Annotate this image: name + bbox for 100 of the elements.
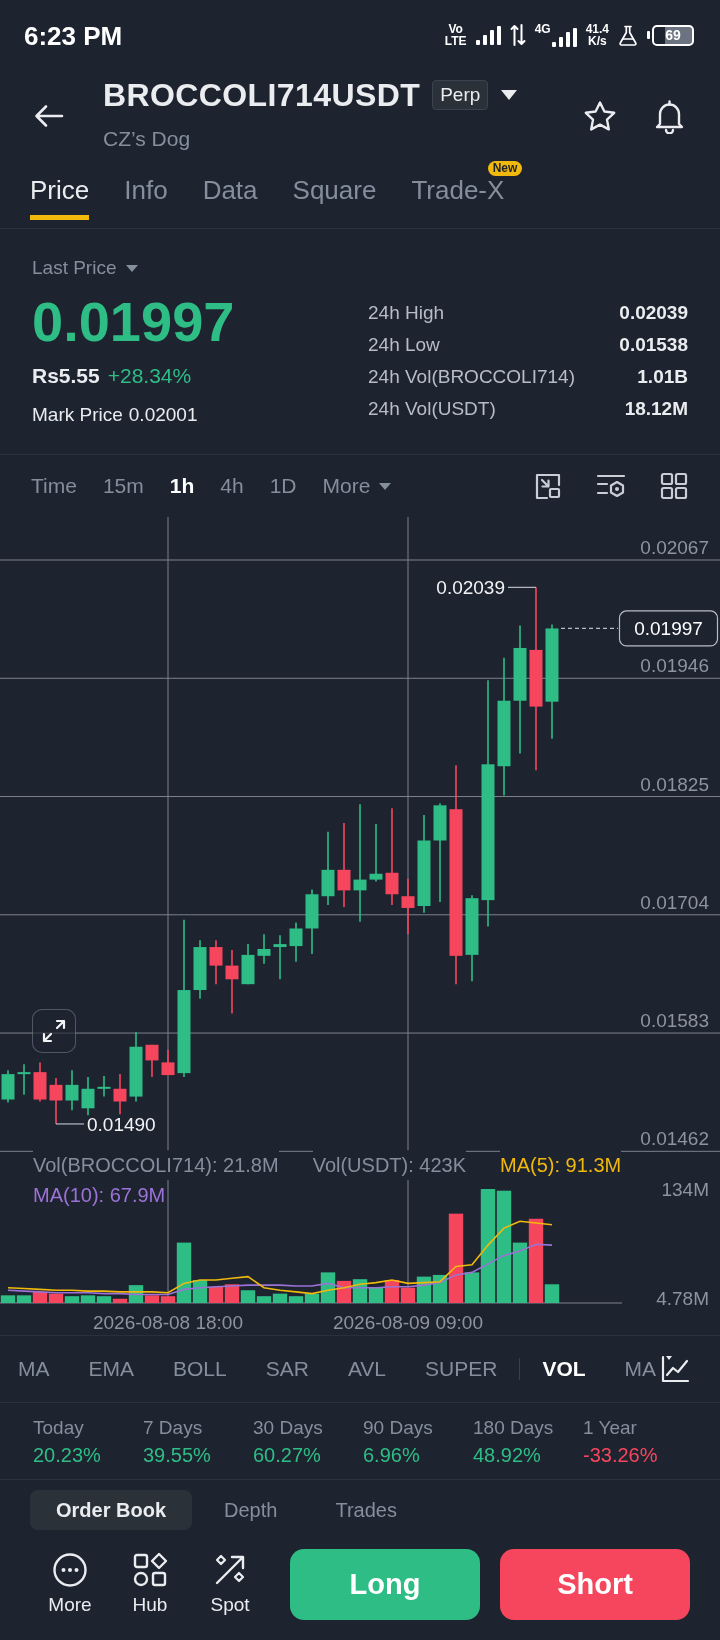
low-price-label: 0.01490: [87, 1113, 156, 1135]
volume-axis-label: 4.78M: [656, 1288, 709, 1310]
period-label: Today: [33, 1416, 84, 1440]
indicator-tab[interactable]: SUPER: [425, 1356, 498, 1382]
speed-value: 41.4: [585, 23, 609, 35]
nav-button[interactable]: Spot: [198, 1540, 262, 1616]
page-tab[interactable]: Info: [124, 176, 168, 220]
indicator-tab[interactable]: BOLL: [173, 1356, 227, 1382]
book-tab[interactable]: Trades: [309, 1490, 423, 1530]
caret-icon: [378, 481, 393, 491]
time-axis-label: 2026-08-08 18:00: [93, 1312, 243, 1333]
stat-value: 18.12M: [624, 398, 688, 420]
bell-icon[interactable]: [653, 99, 686, 134]
candle: [241, 943, 255, 985]
star-icon[interactable]: [583, 100, 617, 133]
battery-level-text: 69: [665, 27, 681, 43]
candle: [145, 1044, 159, 1078]
period-label: 7 Days: [143, 1416, 203, 1440]
stat-value: 1.01B: [637, 366, 688, 388]
volume-bar: [48, 1293, 64, 1303]
candle: [1, 1069, 15, 1104]
leader-line: [507, 586, 537, 588]
page-tab[interactable]: Trade-X: [411, 176, 505, 220]
nav-button[interactable]: Hub: [118, 1540, 182, 1616]
return-value: 60.27%: [253, 1443, 321, 1468]
pair-subtitle: CZ’s Dog: [103, 126, 191, 152]
page-tab[interactable]: Price: [30, 176, 90, 220]
more-dropdown[interactable]: More: [322, 473, 393, 499]
stat-label: 24h Low: [368, 334, 440, 356]
candle: [17, 1063, 31, 1096]
price-type-dropdown[interactable]: Last Price: [32, 255, 140, 281]
interval-tab[interactable]: 1h: [169, 473, 195, 499]
short-button[interactable]: Short: [500, 1549, 690, 1620]
annotation: 0.01997: [634, 618, 703, 640]
mark-price-label: Mark Price: [32, 403, 123, 427]
candle: [257, 933, 271, 965]
page-tab[interactable]: Square: [292, 176, 377, 220]
volume-legend-text: Vol(BROCCOLI714): 21.8M: [33, 1150, 279, 1180]
stat-label: 24h Vol(USDT): [368, 398, 496, 420]
period-label: 1 Year: [583, 1416, 637, 1440]
new-badge: New: [487, 161, 523, 176]
caret-icon[interactable]: [500, 89, 519, 101]
data-arrows-icon: [509, 24, 526, 46]
page-tab[interactable]: Data: [202, 176, 258, 220]
candle: [49, 1077, 63, 1125]
signal-icon: [551, 28, 577, 47]
price-axis-label: 0.01825: [640, 773, 709, 795]
indicator-tab[interactable]: MA: [624, 1356, 657, 1382]
pair-title: BROCCOLI714USDT: [103, 76, 421, 114]
network-type-label: 4G: [534, 23, 551, 35]
status-time: 6:23 PM: [24, 21, 123, 51]
shapes-icon: [132, 1552, 168, 1588]
indicator-tab[interactable]: MA: [18, 1356, 50, 1382]
long-button[interactable]: Long: [290, 1549, 480, 1620]
leader-line: [55, 1123, 85, 1125]
grid-icon[interactable]: [660, 472, 688, 500]
current-price-line: [560, 627, 619, 629]
more-icon: [52, 1552, 88, 1588]
price-axis-label: 0.01946: [640, 655, 709, 677]
price-change: +28.34%: [107, 363, 192, 389]
candle: [305, 888, 319, 955]
price-axis-label: 0.01583: [640, 1010, 709, 1032]
interval-tab[interactable]: 15m: [102, 473, 144, 499]
indicator-tab[interactable]: VOL: [542, 1356, 586, 1382]
return-value: 39.55%: [143, 1443, 211, 1468]
stat-label: 24h Vol(BROCCOLI714): [368, 366, 575, 388]
book-tab[interactable]: Order Book: [30, 1490, 193, 1530]
candle: [161, 1048, 175, 1076]
candle: [225, 949, 239, 1015]
settings-icon[interactable]: [596, 472, 626, 500]
candle: [401, 877, 415, 936]
line-chart-icon[interactable]: [660, 1354, 690, 1384]
network-label: Vo: [448, 23, 463, 35]
price-axis-label: 0.01462: [640, 1128, 709, 1150]
candle: [97, 1075, 111, 1098]
expand-icon[interactable]: [32, 1009, 76, 1053]
indicator-tab[interactable]: SAR: [265, 1356, 309, 1382]
interval-tab[interactable]: Time: [31, 473, 77, 499]
interval-tab[interactable]: 4h: [220, 473, 244, 499]
frame-arrow-icon[interactable]: [534, 472, 562, 500]
candle: [81, 1076, 95, 1116]
back-icon[interactable]: [34, 104, 64, 128]
return-value: 6.96%: [363, 1443, 420, 1468]
price-axis-label: 0.02067: [640, 537, 709, 558]
time-axis-label: 2026-08-09 09:00: [333, 1312, 483, 1333]
return-value: 48.92%: [473, 1443, 541, 1468]
caret-icon: [125, 263, 140, 273]
volume-axis-label: 134M: [661, 1178, 709, 1200]
indicator-tab[interactable]: EMA: [88, 1356, 134, 1382]
candle: [129, 1031, 143, 1103]
nav-button[interactable]: More: [38, 1540, 102, 1616]
indicator-tab[interactable]: AVL: [347, 1356, 387, 1382]
interval-tab[interactable]: 1D: [269, 473, 297, 499]
current-price-tag: 0.01997: [618, 610, 719, 647]
candle: [113, 1073, 127, 1115]
period-label: 180 Days: [473, 1416, 554, 1440]
volume-legend-text: Vol(USDT): 423K: [312, 1150, 467, 1180]
last-price: 0.01997: [32, 291, 235, 353]
book-tab[interactable]: Depth: [198, 1490, 304, 1530]
candle: [289, 921, 303, 963]
